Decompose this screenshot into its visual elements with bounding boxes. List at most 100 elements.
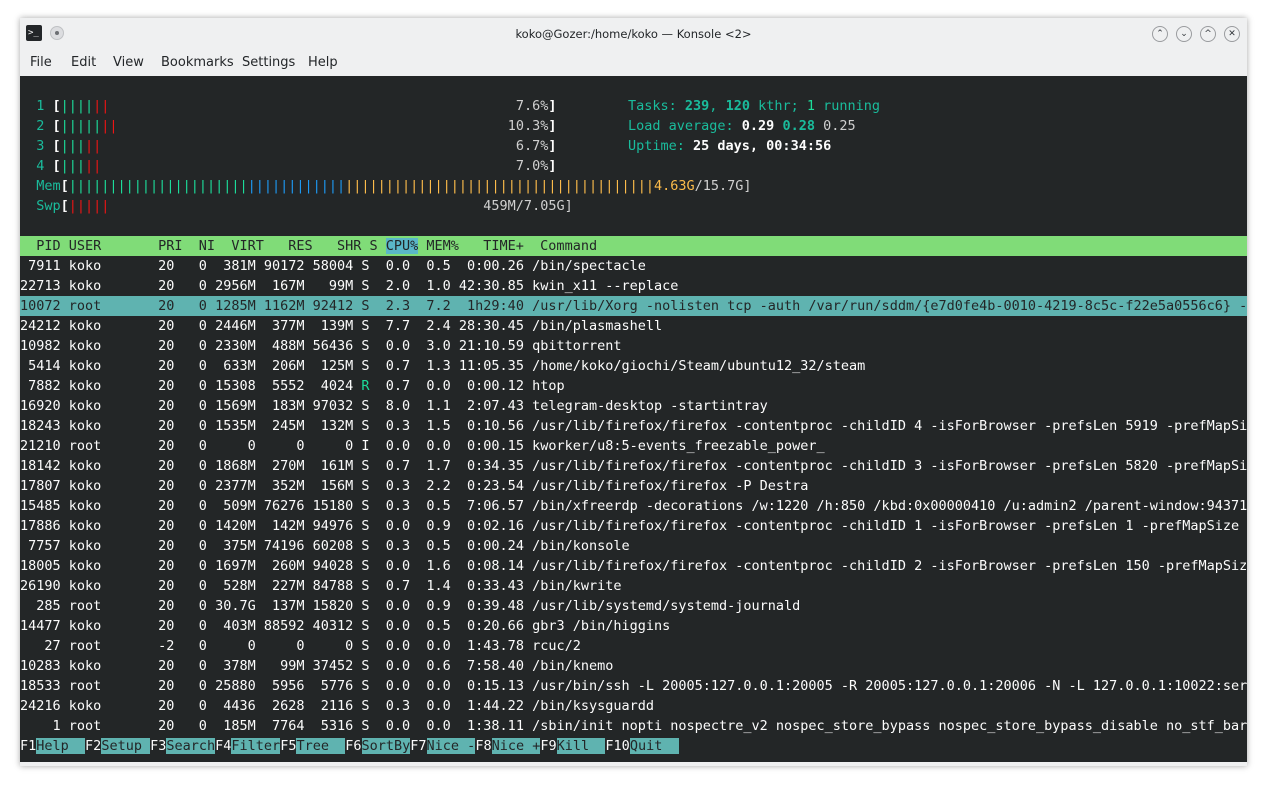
process-fields[interactable]: 18243 koko 20 0 1535M 245M 132M — [20, 418, 361, 434]
process-fields[interactable]: 18533 root 20 0 25880 5956 5776 — [20, 678, 361, 694]
menu-settings[interactable]: Settings — [242, 55, 295, 70]
fkey-label-f8[interactable]: Nice + — [491, 738, 541, 754]
menu-help[interactable]: Help — [308, 55, 338, 70]
process-fields[interactable]: 14477 koko 20 0 403M 88592 40312 — [20, 618, 361, 634]
process-fields[interactable]: 17807 koko 20 0 2377M 352M 156M — [20, 478, 361, 494]
close-button[interactable]: ✕ — [1224, 26, 1240, 42]
process-fields[interactable]: 27 root -2 0 0 0 0 — [20, 638, 361, 654]
process-command[interactable]: 0.3 0.5 7:06.57 /bin/xfreerdp -decoratio… — [370, 498, 1247, 514]
process-row[interactable]: 18005 koko 20 0 1697M 260M 94028 S 0.0 1… — [20, 556, 1247, 576]
process-command[interactable]: 0.3 2.2 0:23.54 /usr/lib/firefox/firefox… — [370, 478, 809, 494]
fkey-f2[interactable]: F2 — [85, 738, 101, 754]
process-row[interactable]: 285 root 20 0 30.7G 137M 15820 S 0.0 0.9… — [20, 596, 1247, 616]
process-command[interactable]: 0.7 1.7 0:34.35 /usr/lib/firefox/firefox… — [370, 458, 1247, 474]
process-fields[interactable]: 16920 koko 20 0 1569M 183M 97032 — [20, 398, 361, 414]
process-command[interactable]: 7.7 2.4 28:30.45 /bin/plasmashell — [370, 318, 662, 334]
process-row[interactable]: 26190 koko 20 0 528M 227M 84788 S 0.7 1.… — [20, 576, 1247, 596]
fkey-label-f1[interactable]: Help — [36, 738, 86, 754]
process-row[interactable]: 16920 koko 20 0 1569M 183M 97032 S 8.0 1… — [20, 396, 1247, 416]
title-bar[interactable]: >_ koko@Gozer:/home/koko — Konsole <2> ⌃… — [20, 18, 1247, 50]
process-row[interactable]: 24212 koko 20 0 2446M 377M 139M S 7.7 2.… — [20, 316, 1247, 336]
process-row[interactable]: 10283 koko 20 0 378M 99M 37452 S 0.0 0.6… — [20, 656, 1247, 676]
process-state[interactable]: S — [361, 598, 369, 614]
header-columns[interactable]: PID USER PRI NI VIRT RES SHR S — [20, 238, 386, 254]
header-columns-rest[interactable]: MEM% TIME+ Command — [418, 238, 597, 254]
process-state[interactable]: S — [361, 718, 369, 734]
process-row[interactable]: 7911 koko 20 0 381M 90172 58004 S 0.0 0.… — [20, 256, 1247, 276]
process-state[interactable]: S — [361, 318, 369, 334]
process-fields[interactable]: 10283 koko 20 0 378M 99M 37452 — [20, 658, 361, 674]
process-row[interactable]: 18142 koko 20 0 1868M 270M 161M S 0.7 1.… — [20, 456, 1247, 476]
process-fields[interactable]: 17886 koko 20 0 1420M 142M 94976 — [20, 518, 361, 534]
process-row[interactable]: 7882 koko 20 0 15308 5552 4024 R 0.7 0.0… — [20, 376, 1247, 396]
process-state[interactable]: S — [361, 658, 369, 674]
keep-above-button[interactable]: ⌃ — [1152, 26, 1168, 42]
process-command[interactable]: 2.3 7.2 1h29:40 /usr/lib/Xorg -nolisten … — [370, 298, 1247, 314]
process-state[interactable]: S — [361, 458, 369, 474]
process-state[interactable]: S — [361, 358, 369, 374]
process-command[interactable]: 0.0 0.0 1:43.78 rcuc/2 — [370, 638, 581, 654]
process-row[interactable]: 21210 root 20 0 0 0 0 I 0.0 0.0 0:00.15 … — [20, 436, 1247, 456]
fkey-label-f10[interactable]: Quit — [629, 738, 679, 754]
process-fields[interactable]: 22713 koko 20 0 2956M 167M 99M — [20, 278, 361, 294]
process-command[interactable]: 0.3 1.5 0:10.56 /usr/lib/firefox/firefox… — [370, 418, 1247, 434]
process-command[interactable]: 0.3 0.0 1:44.22 /bin/ksysguardd — [370, 698, 654, 714]
fkey-f3[interactable]: F3 — [150, 738, 166, 754]
fkey-label-f7[interactable]: Nice - — [426, 738, 476, 754]
process-row[interactable]: 10982 koko 20 0 2330M 488M 56436 S 0.0 3… — [20, 336, 1247, 356]
process-fields[interactable]: 1 root 20 0 185M 7764 5316 — [20, 718, 361, 734]
process-state[interactable]: S — [361, 698, 369, 714]
process-row[interactable]: 24216 koko 20 0 4436 2628 2116 S 0.3 0.0… — [20, 696, 1247, 716]
process-fields[interactable]: 24216 koko 20 0 4436 2628 2116 — [20, 698, 361, 714]
process-state[interactable]: I — [361, 438, 369, 454]
process-state[interactable]: S — [361, 538, 369, 554]
process-fields[interactable]: 7757 koko 20 0 375M 74196 60208 — [20, 538, 361, 554]
process-row[interactable]: 15485 koko 20 0 509M 76276 15180 S 0.3 0… — [20, 496, 1247, 516]
process-command[interactable]: 0.0 0.0 0:15.13 /usr/bin/ssh -L 20005:12… — [370, 678, 1247, 694]
fkey-f7[interactable]: F7 — [410, 738, 426, 754]
process-row[interactable]: 22713 koko 20 0 2956M 167M 99M S 2.0 1.0… — [20, 276, 1247, 296]
process-command[interactable]: 0.3 0.5 0:00.24 /bin/konsole — [370, 538, 630, 554]
process-row-selected[interactable]: 10072 root 20 0 1285M 1162M 92412 S 2.3 … — [20, 296, 1247, 316]
process-fields[interactable]: 285 root 20 0 30.7G 137M 15820 — [20, 598, 361, 614]
fkey-label-f5[interactable]: Tree — [296, 738, 346, 754]
process-fields[interactable]: 7882 koko 20 0 15308 5552 4024 — [20, 378, 361, 394]
process-command[interactable]: 0.0 3.0 21:10.59 qbittorrent — [370, 338, 622, 354]
process-row[interactable]: 27 root -2 0 0 0 0 S 0.0 0.0 1:43.78 rcu… — [20, 636, 1247, 656]
process-state[interactable]: S — [361, 618, 369, 634]
fkey-label-f4[interactable]: Filter — [231, 738, 281, 754]
process-state[interactable]: S — [361, 258, 369, 274]
header-cpu-sorted[interactable]: CPU% — [385, 238, 419, 254]
fkey-f9[interactable]: F9 — [540, 738, 556, 754]
fkey-label-f9[interactable]: Kill — [556, 738, 606, 754]
process-state[interactable]: S — [361, 338, 369, 354]
process-state[interactable]: S — [361, 298, 369, 314]
menu-bookmarks[interactable]: Bookmarks — [161, 55, 234, 70]
process-command[interactable]: 0.7 0.0 0:00.12 htop — [370, 378, 565, 394]
menu-edit[interactable]: Edit — [71, 55, 96, 70]
process-row[interactable]: 5414 koko 20 0 633M 206M 125M S 0.7 1.3 … — [20, 356, 1247, 376]
fkey-f4[interactable]: F4 — [215, 738, 231, 754]
process-fields[interactable]: 18005 koko 20 0 1697M 260M 94028 — [20, 558, 361, 574]
fkey-f5[interactable]: F5 — [280, 738, 296, 754]
menu-view[interactable]: View — [113, 55, 144, 70]
process-fields[interactable]: 21210 root 20 0 0 0 0 — [20, 438, 361, 454]
process-state[interactable]: S — [361, 398, 369, 414]
process-command[interactable]: 0.7 1.3 11:05.35 /home/koko/giochi/Steam… — [370, 358, 866, 374]
process-row[interactable]: 17807 koko 20 0 2377M 352M 156M S 0.3 2.… — [20, 476, 1247, 496]
process-command[interactable]: 0.0 0.5 0:00.26 /bin/spectacle — [370, 258, 646, 274]
process-fields[interactable]: 10982 koko 20 0 2330M 488M 56436 — [20, 338, 361, 354]
process-fields[interactable]: 24212 koko 20 0 2446M 377M 139M — [20, 318, 361, 334]
process-row[interactable]: 7757 koko 20 0 375M 74196 60208 S 0.3 0.… — [20, 536, 1247, 556]
process-state[interactable]: S — [361, 638, 369, 654]
process-state[interactable]: S — [361, 518, 369, 534]
process-fields[interactable]: 5414 koko 20 0 633M 206M 125M — [20, 358, 361, 374]
process-fields[interactable]: 10072 root 20 0 1285M 1162M 92412 — [20, 298, 361, 314]
process-fields[interactable]: 7911 koko 20 0 381M 90172 58004 — [20, 258, 361, 274]
process-state[interactable]: S — [361, 478, 369, 494]
process-command[interactable]: 0.0 1.6 0:08.14 /usr/lib/firefox/firefox… — [370, 558, 1247, 574]
process-row[interactable]: 18243 koko 20 0 1535M 245M 132M S 0.3 1.… — [20, 416, 1247, 436]
process-command[interactable]: 0.0 0.0 0:00.15 kworker/u8:5-events_free… — [370, 438, 825, 454]
fkey-f6[interactable]: F6 — [345, 738, 361, 754]
menu-file[interactable]: File — [30, 55, 52, 70]
